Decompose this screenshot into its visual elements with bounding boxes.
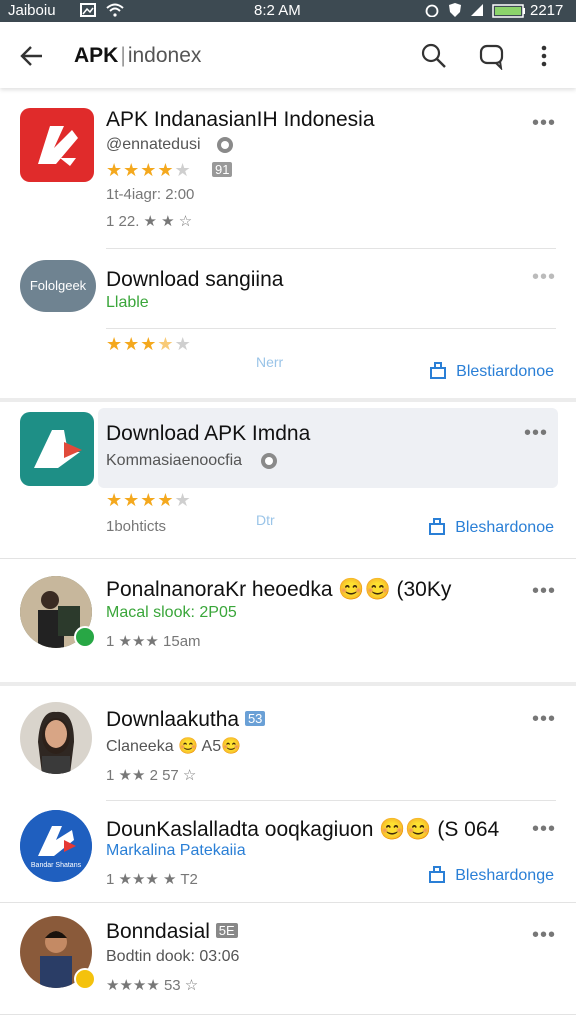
star-rating: ★★★★★ — [106, 334, 192, 354]
signal-icon — [470, 3, 484, 21]
chat-icon[interactable] — [478, 42, 506, 71]
more-options-icon[interactable]: ••• — [532, 580, 556, 603]
developer-name: Bodtin dook: 03:06 — [106, 948, 240, 965]
install-icon — [429, 866, 446, 883]
globe-icon — [260, 452, 278, 475]
install-label: Blestiardonoe — [456, 363, 554, 380]
app-meta: 1 ★★★ 15am — [106, 633, 201, 650]
status-bar: Jaiboiu 8:2 AM 2217 — [0, 0, 576, 22]
app-status: Macal slook: 2P05 — [106, 604, 237, 621]
back-arrow-icon[interactable] — [18, 42, 46, 70]
install-label: Bleshardonge — [455, 867, 554, 884]
app-meta: 1 ★★ 2 57 ☆ — [106, 767, 197, 784]
app-meta-secondary: 1 22. ★ ★ ☆ — [106, 213, 193, 230]
status-badge — [74, 968, 96, 990]
more-options-icon[interactable]: ••• — [532, 924, 556, 947]
search-query-main: APK — [74, 44, 119, 67]
highlighted-row — [98, 408, 558, 488]
install-icon — [430, 362, 447, 379]
app-meta: 1bohticts — [106, 518, 167, 535]
faded-link: Dtr — [256, 512, 275, 528]
app-name: Download sangiina — [106, 268, 284, 291]
alarm-icon — [424, 3, 440, 21]
app-name: Download APK Imdna — [106, 422, 311, 445]
app-icon: Bandar Shatans — [20, 810, 92, 882]
app-icon: Fololgeek — [20, 260, 96, 312]
globe-icon — [216, 136, 234, 159]
section-separator — [0, 682, 576, 686]
search-query[interactable]: APK|indonex — [74, 44, 201, 68]
more-options-icon[interactable]: ••• — [532, 818, 556, 841]
divider — [106, 328, 556, 329]
app-meta: ★★★★ 53 ☆ — [106, 977, 199, 994]
developer-name: Claneeka 😊 A5😊 — [106, 738, 242, 755]
install-button[interactable]: Bleshardonoe — [427, 516, 554, 537]
more-options-icon[interactable]: ••• — [532, 112, 556, 135]
app-name: DounKaslalladta ooqkagiuon 😊😊 (S 064 — [106, 818, 500, 841]
section-separator — [0, 398, 576, 402]
more-options-icon[interactable]: ••• — [532, 266, 556, 289]
app-name-text: Bonndasial — [106, 920, 210, 943]
app-meta: 1 ★★★ ★ T2 — [106, 871, 198, 888]
app-icon-caption: Bandar Shatans — [30, 862, 82, 869]
install-label: Bleshardonoe — [455, 519, 554, 536]
app-tag: 53 — [244, 711, 266, 726]
app-status: Llable — [106, 294, 149, 311]
battery-icon — [492, 4, 526, 22]
app-icon — [20, 412, 94, 486]
divider — [0, 1014, 576, 1015]
install-button[interactable]: Blestiardonoe — [428, 360, 554, 381]
install-icon — [429, 518, 446, 535]
install-button[interactable]: Bleshardonge — [427, 864, 554, 885]
app-name: PonalnanoraKr heoedka 😊😊 (30Ky — [106, 578, 452, 601]
status-time: 8:2 AM — [254, 2, 301, 19]
app-tag: 5E — [215, 923, 238, 938]
cursor-separator: | — [120, 44, 126, 67]
developer-name: @ennatedusi — [106, 136, 201, 153]
status-carrier: Jaiboiu — [8, 2, 56, 19]
divider — [0, 558, 576, 559]
avatar — [20, 702, 92, 774]
divider — [0, 902, 576, 903]
app-meta: 1t-4iagr: 2:00 — [106, 186, 195, 203]
battery-level: 2217 — [530, 2, 564, 19]
app-icon — [20, 108, 94, 182]
online-badge — [74, 626, 96, 648]
wifi-icon — [106, 3, 124, 21]
star-rating: ★★★★★ — [106, 160, 192, 180]
app-name: Bonndasial 5E — [106, 920, 238, 944]
star-rating: ★★★★★ — [106, 490, 192, 510]
shield-icon — [448, 2, 462, 22]
more-options-icon[interactable]: ••• — [532, 708, 556, 731]
more-options-icon[interactable]: ••• — [524, 422, 548, 445]
divider — [106, 800, 556, 801]
rating-count-badge: 91 — [212, 162, 233, 182]
developer-name: Markalina Patekaiia — [106, 842, 246, 859]
faded-link: Nerr — [256, 354, 284, 370]
app-bar: APK|indonex — [0, 22, 576, 88]
image-icon — [80, 3, 96, 21]
app-name-text: Downlaakutha — [106, 708, 240, 731]
search-icon[interactable] — [420, 42, 448, 70]
developer-name: Kommasiaenoocfia — [106, 452, 243, 469]
app-name: Downlaakutha 53 — [106, 708, 266, 732]
divider — [106, 248, 556, 249]
search-query-rest: indonex — [127, 44, 202, 67]
overflow-menu-icon[interactable] — [532, 42, 560, 70]
app-name: APK IndanasianIH Indonesia — [106, 108, 375, 131]
